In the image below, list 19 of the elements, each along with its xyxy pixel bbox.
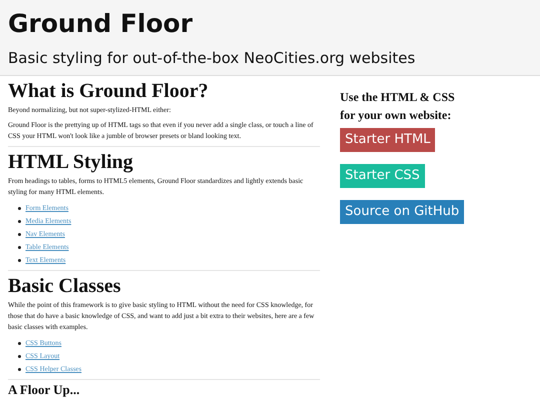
bullet-icon (18, 259, 20, 262)
link-button[interactable]: Source on GitHub (340, 200, 464, 224)
link-button[interactable]: Starter HTML (340, 128, 436, 152)
link-button[interactable]: Starter CSS (340, 164, 425, 188)
bullet-icon (18, 246, 20, 249)
sidebar-heading: for your own website: (340, 107, 452, 124)
site-title: Ground Floor (8, 8, 193, 40)
section-heading: What is Ground Floor? (8, 80, 208, 102)
bullet-icon (18, 207, 20, 210)
bullet-icon (18, 220, 20, 223)
bullet-icon (18, 355, 20, 358)
bullet-icon (18, 342, 20, 345)
bullet-icon (18, 368, 20, 371)
section-heading: Basic Classes (8, 275, 121, 297)
sidebar-heading: Use the HTML & CSS (340, 89, 455, 106)
bullet-icon (18, 233, 20, 236)
section-heading: A Floor Up... (8, 382, 80, 397)
section-heading: HTML Styling (8, 151, 134, 173)
site-subtitle: Basic styling for out-of-the-box NeoCities.org websites (8, 48, 416, 68)
